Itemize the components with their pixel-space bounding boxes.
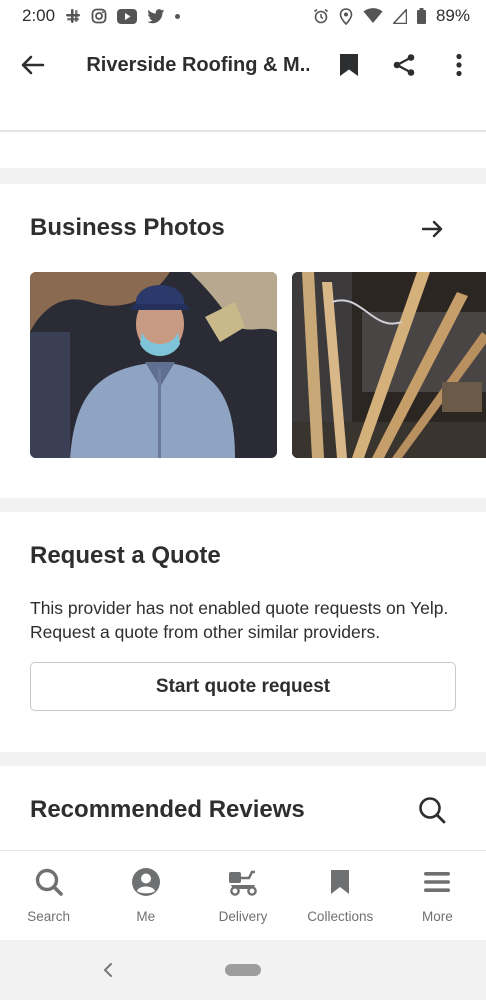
- user-icon: [129, 865, 163, 899]
- man-photo[interactable]: [30, 272, 277, 458]
- menu-icon: [420, 865, 454, 899]
- recommended-reviews-section: Recommended Reviews: [0, 766, 486, 856]
- more-options-button[interactable]: [431, 32, 486, 98]
- start-quote-request-button[interactable]: Start quote request: [30, 662, 456, 711]
- dot-icon: [175, 13, 181, 19]
- business-photos-section: Business Photos: [0, 184, 486, 498]
- construction-photo[interactable]: [292, 272, 486, 458]
- nav-back-icon[interactable]: [100, 960, 116, 980]
- status-bar: 2:00 89%: [0, 0, 486, 32]
- search-icon: [32, 865, 66, 899]
- tab-label: More: [422, 909, 453, 924]
- wifi-icon: [363, 8, 383, 24]
- tab-delivery[interactable]: Delivery: [194, 851, 291, 940]
- request-quote-section: Request a Quote This provider has not en…: [0, 512, 486, 752]
- request-quote-title: Request a Quote: [30, 542, 221, 569]
- search-reviews-button[interactable]: [416, 794, 448, 826]
- more-vertical-icon: [455, 53, 462, 77]
- instagram-icon: [91, 8, 107, 24]
- tab-search[interactable]: Search: [0, 851, 97, 940]
- share-button[interactable]: [376, 32, 431, 98]
- tab-me[interactable]: Me: [97, 851, 194, 940]
- content-band: [0, 132, 486, 168]
- search-icon: [419, 797, 446, 824]
- business-title: Riverside Roofing & M...: [86, 53, 310, 76]
- youtube-icon: [117, 8, 138, 24]
- tab-label: Delivery: [218, 909, 268, 924]
- signal-icon: [392, 8, 407, 24]
- business-photos-title: Business Photos: [30, 214, 225, 241]
- home-pill[interactable]: [225, 964, 261, 976]
- system-navigation-bar: [0, 940, 486, 1000]
- see-all-photos-button[interactable]: [418, 214, 448, 244]
- back-button[interactable]: [0, 32, 66, 98]
- alarm-icon: [313, 8, 329, 24]
- tab-label: Collections: [307, 909, 374, 924]
- recommended-reviews-title: Recommended Reviews: [30, 796, 305, 823]
- share-icon: [393, 54, 414, 76]
- tab-more[interactable]: More: [389, 851, 486, 940]
- slack-icon: [65, 8, 81, 24]
- bookmark-icon: [323, 865, 357, 899]
- battery-percent: 89%: [435, 6, 470, 25]
- bookmark-button[interactable]: [321, 32, 376, 98]
- location-icon: [339, 7, 353, 25]
- request-quote-description: This provider has not enabled quote requ…: [30, 598, 449, 642]
- scooter-icon: [226, 865, 260, 899]
- bottom-tab-bar: Search Me Delivery Collections More: [0, 850, 486, 940]
- battery-icon: [416, 8, 426, 24]
- arrow-right-icon: [422, 220, 443, 238]
- tab-label: Me: [136, 909, 156, 924]
- content-top-band: [0, 98, 486, 130]
- tab-collections[interactable]: Collections: [292, 851, 389, 940]
- app-bar: Riverside Roofing & M...: [0, 32, 486, 98]
- bookmark-icon: [339, 54, 358, 76]
- status-time: 2:00: [22, 6, 56, 25]
- tab-label: Search: [27, 909, 70, 924]
- twitter-icon: [147, 8, 165, 24]
- back-arrow-icon: [21, 55, 45, 75]
